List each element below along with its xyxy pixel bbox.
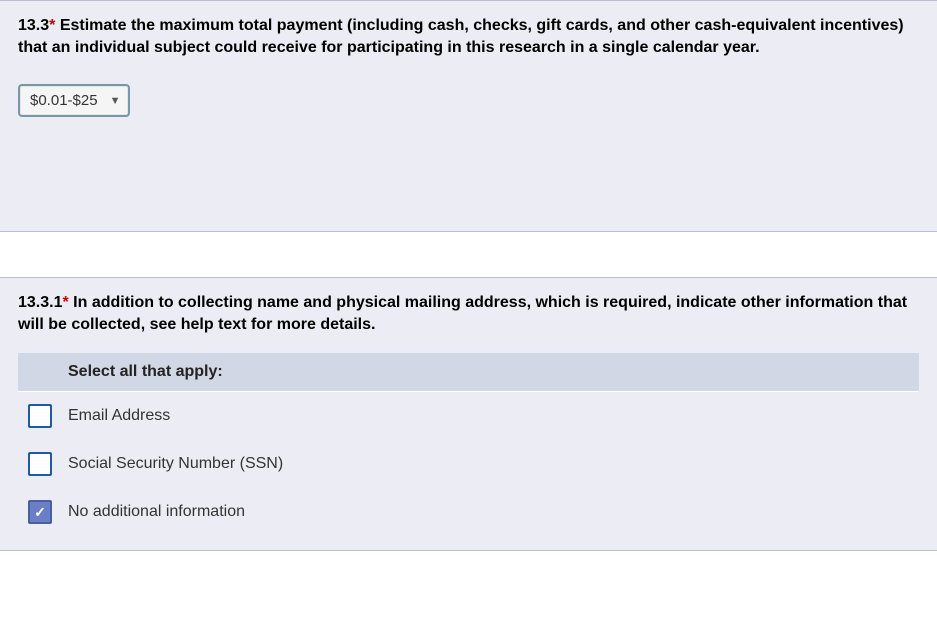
checkbox-label: No additional information xyxy=(68,503,245,521)
dropdown-container: $0.01-$25 ▼ xyxy=(18,84,919,117)
question-13-3-prompt: 13.3* Estimate the maximum total payment… xyxy=(18,15,919,58)
question-number: 13.3.1 xyxy=(18,294,62,311)
checklist: Select all that apply: Email Address Soc… xyxy=(18,353,919,536)
checkbox-no-additional-info[interactable]: ✓ xyxy=(28,500,52,524)
question-13-3-section: 13.3* Estimate the maximum total payment… xyxy=(0,0,937,232)
checklist-row: Social Security Number (SSN) xyxy=(18,440,919,488)
question-13-3-1-prompt: 13.3.1* In addition to collecting name a… xyxy=(18,292,919,335)
question-text: In addition to collecting name and physi… xyxy=(18,294,907,333)
checkbox-label: Social Security Number (SSN) xyxy=(68,455,283,473)
question-text: Estimate the maximum total payment (incl… xyxy=(18,17,904,56)
payment-range-dropdown[interactable]: $0.01-$25 ▼ xyxy=(18,84,130,117)
checklist-row: Email Address xyxy=(18,392,919,440)
page-root: 13.3* Estimate the maximum total payment… xyxy=(0,0,937,551)
question-13-3-1-section: 13.3.1* In addition to collecting name a… xyxy=(0,277,937,551)
section-spacer xyxy=(0,232,937,277)
chevron-down-icon: ▼ xyxy=(110,95,121,107)
checklist-header: Select all that apply: xyxy=(18,353,919,392)
checkbox-label: Email Address xyxy=(68,407,170,425)
question-number: 13.3 xyxy=(18,17,49,34)
checklist-row: ✓ No additional information xyxy=(18,488,919,536)
checkbox-ssn[interactable] xyxy=(28,452,52,476)
dropdown-selected-value: $0.01-$25 xyxy=(30,92,98,109)
checkbox-email-address[interactable] xyxy=(28,404,52,428)
